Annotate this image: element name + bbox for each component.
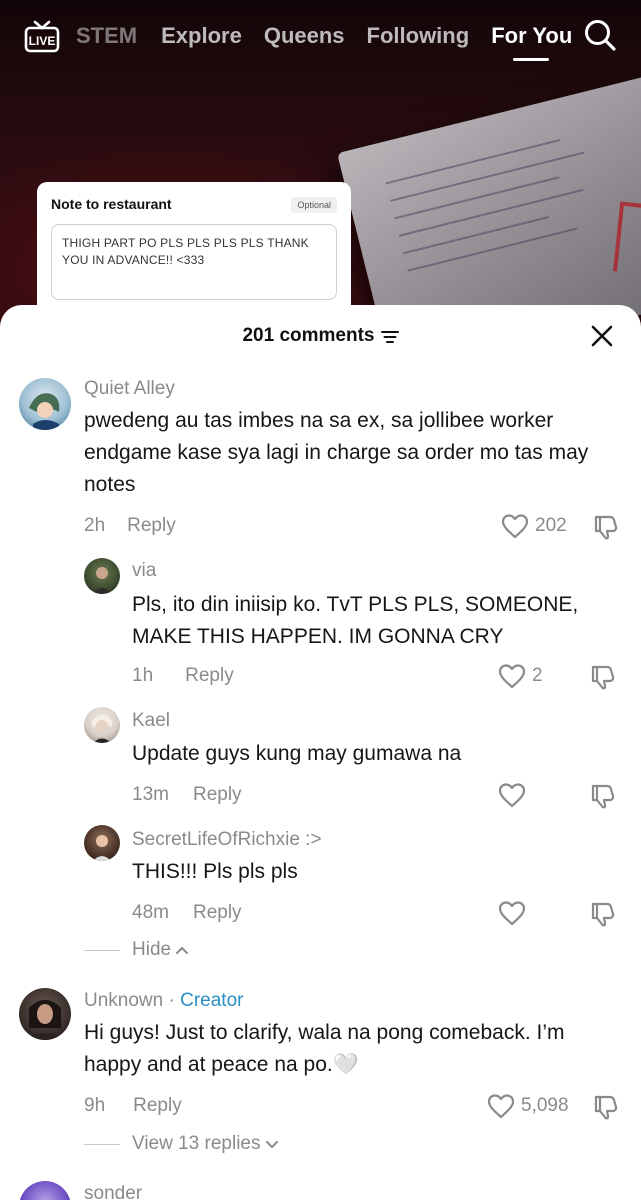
reply-button[interactable]: Reply [193,784,242,805]
heart-icon [487,1094,515,1119]
reply-time: 13m [132,784,169,805]
reply-button[interactable]: Reply [185,665,234,686]
avatar[interactable] [19,988,71,1040]
like-button[interactable]: 202 [501,513,567,539]
reply-username[interactable]: via [132,560,156,582]
dislike-icon[interactable] [592,1093,620,1121]
like-count: 2 [532,665,543,686]
creator-badge: Creator [180,990,244,1011]
reply-meta: 48m Reply [132,902,242,924]
tab-explore[interactable]: Explore [161,23,242,49]
avatar[interactable] [84,825,120,861]
search-icon[interactable] [583,18,617,52]
comment-meta: 2h Reply [84,515,176,537]
comment-time: 2h [84,515,106,536]
reply-text: THIS!!! Pls pls pls [132,860,298,883]
dislike-icon[interactable] [589,900,617,928]
view-replies-button[interactable]: View 13 replies [84,1133,279,1155]
comments-count-title: 201 comments [242,325,375,346]
note-to-restaurant-card: Note to restaurant Optional THIGH PART P… [37,182,351,317]
sort-icon[interactable] [380,330,399,344]
reply-button[interactable]: Reply [193,902,242,923]
reply-meta: 1h Reply [132,665,234,687]
tab-following[interactable]: Following [367,23,470,49]
live-tv-icon: LIVE [24,20,60,53]
paper-bag-image [337,73,641,340]
sheet-header: 201 comments [0,305,641,367]
heart-icon [498,664,526,689]
top-nav: LIVE STEM Explore Queens Following For Y… [0,0,641,72]
tab-stem[interactable]: STEM [76,23,137,49]
close-icon[interactable] [589,323,615,349]
view-replies-label: View 13 replies [132,1133,261,1154]
reply-username[interactable]: Kael [132,710,170,732]
live-button[interactable]: LIVE [24,19,60,53]
comment-username: Unknown · Creator [84,990,244,1011]
reply-time: 1h [132,665,154,686]
avatar[interactable] [84,707,120,743]
like-button[interactable] [498,782,532,808]
heart-icon [498,901,526,926]
tab-for-you[interactable]: For You [491,23,572,61]
heart-icon [498,783,526,808]
hide-replies-button[interactable]: Hide [84,939,189,961]
tab-queens[interactable]: Queens [264,23,345,49]
comment-username[interactable]: sonder [84,1183,142,1200]
reply-username[interactable]: SecretLifeOfRichxie :> [132,829,322,851]
like-button[interactable]: 2 [498,663,543,689]
comment-text: Hi guys! Just to clarify, wala na pong c… [84,1021,565,1076]
comment-text: pwedeng au tas imbes na sa ex, sa jollib… [84,409,589,496]
svg-text:LIVE: LIVE [29,34,56,48]
dislike-icon[interactable] [589,663,617,691]
dislike-icon[interactable] [592,513,620,541]
reply-text: Pls, ito din iniisip ko. TvT PLS PLS, SO… [132,593,579,648]
reply-meta: 13m Reply [132,784,242,806]
comment-time: 9h [84,1095,106,1116]
dislike-icon[interactable] [589,782,617,810]
comment-username[interactable]: Quiet Alley [84,378,175,400]
note-text: THIGH PART PO PLS PLS PLS PLS THANK YOU … [51,224,337,300]
avatar[interactable] [84,558,120,594]
chevron-down-icon [265,1141,278,1149]
reply-time: 48m [132,902,169,923]
chevron-up-icon [176,946,189,954]
avatar[interactable] [19,378,71,430]
reply-button[interactable]: Reply [127,515,176,536]
like-button[interactable] [498,900,532,926]
like-count: 5,098 [521,1095,569,1116]
reply-text: Update guys kung may gumawa na [132,742,462,765]
avatar[interactable] [19,1181,71,1200]
creator-username[interactable]: Unknown [84,990,163,1011]
like-count: 202 [535,515,567,536]
optional-tag: Optional [291,197,337,213]
comment-meta: 9h Reply [84,1095,182,1117]
heart-icon [501,514,529,539]
hide-label: Hide [132,939,172,960]
reply-button[interactable]: Reply [133,1095,182,1116]
like-button[interactable]: 5,098 [487,1093,569,1119]
comments-sheet: 201 comments Quiet Alley pwedeng au tas … [0,305,641,1200]
